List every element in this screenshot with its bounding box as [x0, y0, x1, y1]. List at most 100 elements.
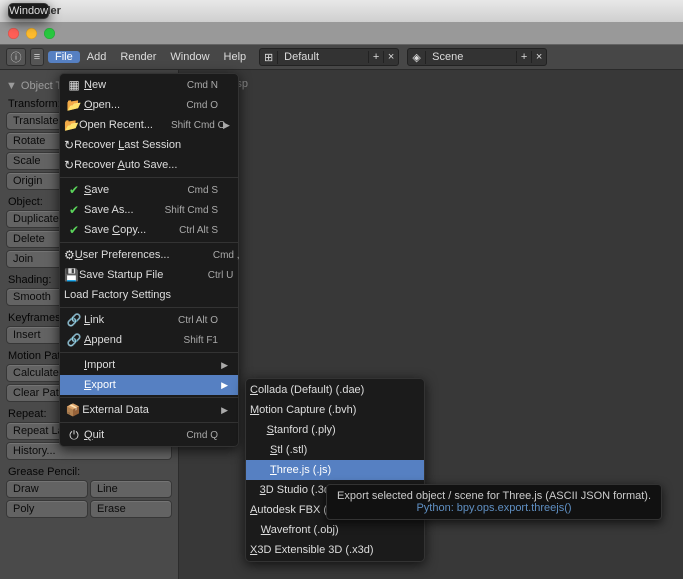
export-submenu: Collada (Default) (.dae) Motion Capture (… [245, 378, 425, 562]
file-menu: ▦NewCmd N📂Open...Cmd O📂Open Recent...Shi… [59, 73, 239, 447]
file-menu-icon-1: 📂 [64, 98, 84, 112]
file-menu-icon-20: 📦 [64, 403, 82, 417]
file-menu-label-6: Save [84, 184, 166, 196]
export-menu-item-7[interactable]: Wavefront (.obj) [246, 520, 424, 540]
export-menu-item-2[interactable]: Stanford (.ply) [246, 420, 424, 440]
file-menu-label-15: Append [84, 334, 166, 346]
file-menu-item-20[interactable]: 📦External Data ▶ [60, 400, 238, 420]
file-menu-icon-0: ▦ [64, 78, 84, 92]
menu-window[interactable]: Window [163, 51, 216, 63]
file-menu-item-18[interactable]: Export ▶ [60, 375, 238, 395]
export-menu-label-7: Wavefront (.obj) [261, 524, 357, 536]
file-menu-label-8: Save Copy... [84, 224, 166, 236]
export-menu-label-4: Three.js (.js) [270, 464, 352, 476]
file-menu-label-10: User Preferences... [75, 249, 188, 261]
file-menu-icon-8: ✔ [64, 223, 84, 237]
file-menu-item-10[interactable]: ⚙User Preferences...Cmd , [60, 245, 238, 265]
layout-add-icon[interactable]: + [368, 51, 383, 63]
export-menu-label-2: Stanford (.ply) [267, 424, 354, 436]
blender-header: ⓘ ≡ File Add Render Window Help ⊞ Defaul… [0, 44, 683, 70]
export-menu-label-0: Collada (Default) (.dae) [250, 384, 382, 396]
tooltip: Export selected object / scene for Three… [326, 484, 662, 520]
file-menu-item-6[interactable]: ✔SaveCmd S [60, 180, 238, 200]
gp-erase-button[interactable]: Erase [90, 500, 172, 518]
file-menu-shortcut-0: Cmd N [166, 80, 218, 91]
scene-name: Scene [426, 51, 516, 63]
file-menu-icon-4: ↻ [64, 158, 74, 172]
scene-add-icon[interactable]: + [516, 51, 531, 63]
file-menu-label-1: Open... [84, 99, 166, 111]
file-menu-icon-2: 📂 [64, 118, 79, 132]
file-menu-label-17: Import [84, 359, 166, 371]
file-menu-shortcut-1: Cmd O [166, 100, 218, 111]
gp-line-button[interactable]: Line [90, 480, 172, 498]
section-grease: Grease Pencil: [8, 466, 172, 478]
tooltip-text: Export selected object / scene for Three… [337, 490, 651, 502]
layout-name: Default [278, 51, 368, 63]
file-menu-label-12: Load Factory Settings [64, 289, 189, 301]
file-menu-label-2: Open Recent... [79, 119, 171, 131]
file-menu-label-0: New [84, 79, 166, 91]
layout-selector[interactable]: ⊞ Default + × [259, 48, 399, 66]
layout-icon: ⊞ [260, 51, 278, 64]
export-menu-item-0[interactable]: Collada (Default) (.dae) [246, 380, 424, 400]
file-menu-arrow-2: ▶ [223, 120, 230, 131]
file-menu-arrow-20: ▶ [219, 405, 228, 416]
file-menu-icon-3: ↻ [64, 138, 74, 152]
file-menu-shortcut-22: Cmd Q [166, 430, 218, 441]
window-chrome [0, 22, 683, 44]
layout-remove-icon[interactable]: × [383, 51, 398, 63]
file-menu-shortcut-11: Ctrl U [181, 270, 233, 281]
file-menu-icon-11: 💾 [64, 268, 79, 282]
export-menu-label-8: X3D Extensible 3D (.x3d) [250, 544, 392, 556]
menu-file[interactable]: File [48, 51, 80, 63]
file-menu-item-2[interactable]: 📂Open Recent...Shift Cmd O▶ [60, 115, 238, 135]
file-menu-icon-15: 🔗 [64, 333, 84, 347]
file-menu-label-18: Export [84, 379, 166, 391]
file-menu-shortcut-14: Ctrl Alt O [166, 315, 218, 326]
file-menu-label-20: External Data [82, 404, 167, 416]
zoom-window-icon[interactable] [44, 28, 55, 39]
export-menu-item-1[interactable]: Motion Capture (.bvh) [246, 400, 424, 420]
file-menu-item-8[interactable]: ✔Save Copy...Ctrl Alt S [60, 220, 238, 240]
file-menu-shortcut-8: Ctrl Alt S [166, 225, 218, 236]
file-menu-shortcut-2: Shift Cmd O [171, 120, 223, 131]
mac-menu-bar: Blender Window [0, 0, 683, 22]
file-menu-icon-22: ⏻ [64, 428, 84, 443]
mac-menu-window[interactable]: Window [8, 3, 49, 19]
file-menu-label-4: Recover Auto Save... [74, 159, 195, 171]
export-menu-item-4[interactable]: Three.js (.js) [246, 460, 424, 480]
file-menu-item-1[interactable]: 📂Open...Cmd O [60, 95, 238, 115]
file-menu-item-17[interactable]: Import▶ [60, 355, 238, 375]
gp-poly-button[interactable]: Poly [6, 500, 88, 518]
menu-add[interactable]: Add [80, 51, 114, 63]
tooltip-python: Python: bpy.ops.export.threejs() [337, 502, 651, 514]
file-menu-item-4[interactable]: ↻Recover Auto Save... [60, 155, 238, 175]
export-menu-label-3: Stl (.stl) [270, 444, 352, 456]
header-dropdown-icon[interactable]: ≡ [30, 48, 44, 66]
file-menu-label-11: Save Startup File [79, 269, 181, 281]
scene-selector[interactable]: ◈ Scene + × [407, 48, 547, 66]
file-menu-item-7[interactable]: ✔Save As...Shift Cmd S [60, 200, 238, 220]
file-menu-item-3[interactable]: ↻Recover Last Session [60, 135, 238, 155]
file-menu-item-12[interactable]: Load Factory Settings [60, 285, 238, 305]
file-menu-item-22[interactable]: ⏻QuitCmd Q [60, 425, 238, 445]
file-menu-arrow-18: ▶ [218, 380, 228, 391]
export-menu-item-3[interactable]: Stl (.stl) [246, 440, 424, 460]
file-menu-label-22: Quit [84, 429, 166, 441]
close-window-icon[interactable] [8, 28, 19, 39]
minimize-window-icon[interactable] [26, 28, 37, 39]
file-menu-item-15[interactable]: 🔗AppendShift F1 [60, 330, 238, 350]
export-menu-item-8[interactable]: X3D Extensible 3D (.x3d) [246, 540, 424, 560]
menu-help[interactable]: Help [217, 51, 254, 63]
file-menu-label-14: Link [84, 314, 166, 326]
gp-draw-button[interactable]: Draw [6, 480, 88, 498]
file-menu-item-14[interactable]: 🔗LinkCtrl Alt O [60, 310, 238, 330]
menu-render[interactable]: Render [113, 51, 163, 63]
export-menu-label-1: Motion Capture (.bvh) [250, 404, 374, 416]
file-menu-icon-6: ✔ [64, 183, 84, 197]
info-editor-icon[interactable]: ⓘ [6, 48, 26, 66]
scene-remove-icon[interactable]: × [531, 51, 546, 63]
file-menu-item-0[interactable]: ▦NewCmd N [60, 75, 238, 95]
file-menu-item-11[interactable]: 💾Save Startup FileCtrl U [60, 265, 238, 285]
